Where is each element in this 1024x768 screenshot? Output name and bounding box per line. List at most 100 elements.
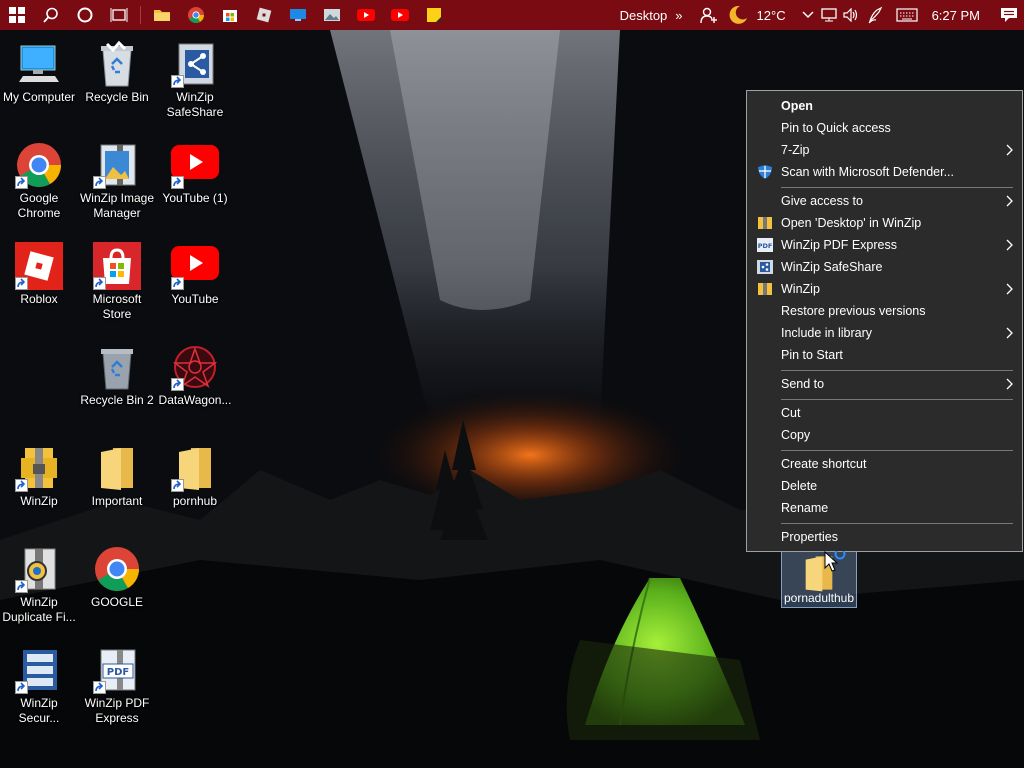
chevron-right-icon xyxy=(1006,195,1013,207)
taskbar-sticky-notes[interactable] xyxy=(417,0,451,30)
taskbar-roblox[interactable] xyxy=(247,0,281,30)
taskbar-photos[interactable] xyxy=(315,0,349,30)
taskbar-clock[interactable]: 6:27 PM xyxy=(924,8,994,23)
shortcut-arrow-icon xyxy=(171,378,184,391)
desktop-icon-label: YouTube xyxy=(171,292,219,306)
desktop-icon-winzip-safeshare[interactable]: WinZip SafeShare xyxy=(156,36,234,120)
menu-item-restore-previous-versions[interactable]: Restore previous versions xyxy=(747,300,1022,322)
desktop-icon-pornhub[interactable]: pornhub xyxy=(156,440,234,509)
desktop-toolbar-label[interactable]: Desktop xyxy=(616,8,672,23)
menu-item-winzip[interactable]: WinZip xyxy=(747,278,1022,300)
cortana-circle-icon xyxy=(77,7,93,23)
people-button[interactable] xyxy=(695,0,723,30)
store-icon xyxy=(223,10,237,22)
cortana-button[interactable] xyxy=(68,0,102,30)
folder-icon xyxy=(154,10,170,21)
menu-item-open[interactable]: Open xyxy=(747,95,1022,117)
weather-temperature[interactable]: 12°C xyxy=(753,8,798,23)
desktop-icon-youtube[interactable]: YouTube xyxy=(156,238,234,307)
shortcut-arrow-icon xyxy=(171,479,184,492)
menu-item-label: Pin to Start xyxy=(781,348,843,362)
recycle-bin-icon xyxy=(101,349,133,390)
menu-item-label: Create shortcut xyxy=(781,457,867,471)
desktop-icon-label: pornhub xyxy=(172,494,218,508)
desktop-icon-youtube-1[interactable]: YouTube (1) xyxy=(156,137,234,206)
context-menu: Open Pin to Quick access 7-Zip Scan with… xyxy=(746,90,1023,552)
desktop-icon-winzip-pdf-express[interactable]: PDF WinZip PDF Express xyxy=(78,642,156,726)
keyboard-icon xyxy=(895,8,918,22)
desktop-icon-important[interactable]: Important xyxy=(78,440,156,509)
shortcut-arrow-icon xyxy=(171,176,184,189)
menu-item-delete[interactable]: Delete xyxy=(747,475,1022,497)
shortcut-arrow-icon xyxy=(15,176,28,189)
desktop-icon-label: DataWagon... xyxy=(158,393,232,407)
search-button[interactable] xyxy=(34,0,68,30)
roblox-icon xyxy=(256,7,272,23)
menu-item-label: Delete xyxy=(781,479,818,493)
defender-shield-icon xyxy=(758,165,772,179)
desktop-icon-my-computer[interactable]: My Computer xyxy=(0,36,78,105)
moon-icon xyxy=(729,5,747,24)
menu-item-cut[interactable]: Cut xyxy=(747,402,1022,424)
menu-item-winzip-pdf-express[interactable]: PDF WinZip PDF Express xyxy=(747,234,1022,256)
show-hidden-icons-button[interactable] xyxy=(798,0,818,30)
shortcut-arrow-icon xyxy=(171,277,184,290)
taskbar-chrome[interactable] xyxy=(179,0,213,30)
menu-item-give-access[interactable]: Give access to xyxy=(747,190,1022,212)
shortcut-arrow-icon xyxy=(15,277,28,290)
desktop-icon-winzip[interactable]: WinZip xyxy=(0,440,78,509)
menu-item-properties[interactable]: Properties xyxy=(747,526,1022,548)
menu-item-pin-quick-access[interactable]: Pin to Quick access xyxy=(747,117,1022,139)
menu-item-label: WinZip xyxy=(781,282,820,296)
desktop-icon-winzip-duplicate-finder[interactable]: WinZip Duplicate Fi... xyxy=(0,541,78,625)
menu-item-scan-defender[interactable]: Scan with Microsoft Defender... xyxy=(747,161,1022,183)
desktop-icon-microsoft-store[interactable]: Microsoft Store xyxy=(78,238,156,322)
taskbar-file-explorer[interactable] xyxy=(145,0,179,30)
menu-item-copy[interactable]: Copy xyxy=(747,424,1022,446)
taskbar-app-blue[interactable] xyxy=(281,0,315,30)
weather-button[interactable] xyxy=(723,0,753,30)
menu-item-label: Copy xyxy=(781,428,811,442)
desktop-icon-recycle-bin-2[interactable]: Recycle Bin 2 xyxy=(78,339,156,408)
desktop-icon-roblox[interactable]: Roblox xyxy=(0,238,78,307)
menu-item-label: Properties xyxy=(781,530,838,544)
menu-item-7zip[interactable]: 7-Zip xyxy=(747,139,1022,161)
menu-item-label: Scan with Microsoft Defender... xyxy=(781,165,954,179)
start-button[interactable] xyxy=(0,0,34,30)
folder-icon xyxy=(101,448,133,490)
menu-separator xyxy=(781,370,1013,371)
taskbar-youtube-1[interactable] xyxy=(349,0,383,30)
menu-item-send-to[interactable]: Send to xyxy=(747,373,1022,395)
menu-item-include-in-library[interactable]: Include in library xyxy=(747,322,1022,344)
menu-item-winzip-safeshare[interactable]: WinZip SafeShare xyxy=(747,256,1022,278)
pen-workspace-button[interactable] xyxy=(862,0,890,30)
task-view-button[interactable] xyxy=(102,0,136,30)
desktop-icon-recycle-bin[interactable]: Recycle Bin xyxy=(78,36,156,105)
desktop-icon-datawagon[interactable]: DataWagon... xyxy=(156,339,234,408)
network-button[interactable] xyxy=(818,0,840,30)
toolbar-chevron-icon[interactable]: » xyxy=(671,8,694,23)
taskbar-youtube-2[interactable] xyxy=(383,0,417,30)
desktop-icon-google-chrome[interactable]: Google Chrome xyxy=(0,137,78,221)
notification-icon xyxy=(1001,8,1017,22)
desktop-icon-winzip-image-manager[interactable]: WinZip Image Manager xyxy=(78,137,156,221)
svg-text:PDF: PDF xyxy=(758,242,773,250)
touch-keyboard-button[interactable] xyxy=(890,0,924,30)
menu-item-rename[interactable]: Rename xyxy=(747,497,1022,519)
menu-item-open-in-winzip[interactable]: Open 'Desktop' in WinZip xyxy=(747,212,1022,234)
sticky-notes-icon xyxy=(427,8,441,22)
svg-text:PDF: PDF xyxy=(107,667,129,678)
winzip-pdf-icon: PDF xyxy=(757,238,773,252)
volume-button[interactable] xyxy=(840,0,862,30)
desktop-icon-google[interactable]: GOOGLE xyxy=(78,541,156,610)
taskbar: Desktop » 12°C 6:27 PM xyxy=(0,0,1024,30)
action-center-button[interactable] xyxy=(994,0,1024,30)
menu-separator xyxy=(781,523,1013,524)
desktop-icon-label: Important xyxy=(91,494,143,508)
desktop-icon-label: GOOGLE xyxy=(90,595,143,609)
taskbar-store[interactable] xyxy=(213,0,247,30)
menu-item-label: Open xyxy=(781,99,813,113)
desktop-icon-winzip-secure[interactable]: WinZip Secur... xyxy=(0,642,78,726)
menu-item-create-shortcut[interactable]: Create shortcut xyxy=(747,453,1022,475)
menu-item-pin-to-start[interactable]: Pin to Start xyxy=(747,344,1022,366)
